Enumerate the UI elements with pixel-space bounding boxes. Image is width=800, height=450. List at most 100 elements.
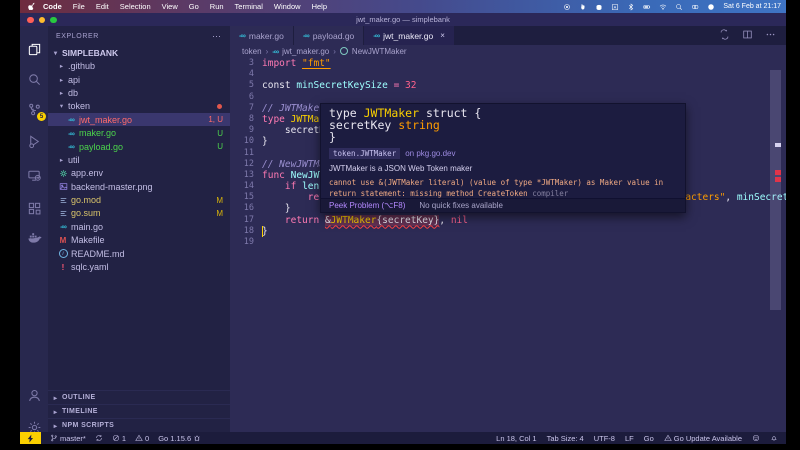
section-npm-scripts[interactable]: ▸NPM SCRIPTS (48, 418, 230, 432)
section-timeline[interactable]: ▸TIMELINE (48, 404, 230, 418)
code-line-17[interactable]: 17 return &JWTMaker{secretKey}, nil (230, 215, 786, 226)
menu-item-go[interactable]: Go (189, 2, 199, 11)
tab-payload-go[interactable]: -∞payload.go (294, 26, 364, 45)
line-number[interactable]: 14 (230, 181, 254, 192)
tree-item-readme-md[interactable]: iREADME.md (48, 247, 230, 260)
menu-item-edit[interactable]: Edit (96, 2, 109, 11)
remote-indicator[interactable] (20, 432, 41, 444)
tree-item-go-mod[interactable]: go.modM (48, 193, 230, 206)
menu-item-code[interactable]: Code (43, 2, 62, 11)
status-utf-8[interactable]: UTF-8 (594, 434, 615, 443)
status-bell[interactable] (770, 434, 778, 442)
close-tab-icon[interactable]: × (440, 31, 445, 40)
line-number[interactable]: 13 (230, 170, 254, 181)
breadcrumb-separator: › (266, 47, 269, 56)
code-line-19[interactable]: 19 (230, 237, 786, 248)
go-file-icon: -∞ (303, 31, 309, 40)
line-number[interactable]: 10 (230, 136, 254, 147)
tooltip-symbol-chip[interactable]: token.JWTMaker (329, 148, 400, 159)
line-number[interactable]: 3 (230, 58, 254, 69)
status-go-update-available[interactable]: Go Update Available (664, 434, 742, 443)
window-controls[interactable] (27, 17, 57, 24)
line-number[interactable]: 8 (230, 114, 254, 125)
code-line-3[interactable]: 3import "fmt" (230, 58, 786, 69)
activity-docker-icon[interactable] (20, 224, 48, 250)
more-actions-icon[interactable] (765, 27, 776, 45)
status-ln-18-col-1[interactable]: Ln 18, Col 1 (496, 434, 536, 443)
line-number[interactable]: 16 (230, 203, 254, 214)
minimize-window-button[interactable] (39, 17, 46, 24)
tree-item-makefile[interactable]: MMakefile (48, 234, 230, 247)
tree-item-maker-go[interactable]: -∞maker.goU (48, 126, 230, 139)
code-line-4[interactable]: 4 (230, 69, 786, 80)
activity-extensions-icon[interactable] (20, 195, 48, 221)
tab-maker-go[interactable]: -∞maker.go (230, 26, 294, 45)
activity-remote-explorer-icon[interactable] (20, 162, 48, 188)
line-number[interactable]: 15 (230, 192, 254, 203)
line-number[interactable]: 12 (230, 159, 254, 170)
tree-item-token[interactable]: ▾token (48, 100, 230, 113)
activity-account-icon[interactable] (20, 382, 48, 408)
line-number[interactable]: 11 (230, 148, 254, 159)
status-master-[interactable]: master* (50, 434, 86, 443)
breadcrumb-symbol[interactable]: NewJWTMaker (352, 47, 407, 56)
line-number[interactable]: 9 (230, 125, 254, 136)
project-root-row[interactable]: ▾ SIMPLEBANK (48, 46, 230, 60)
menu-item-file[interactable]: File (73, 2, 85, 11)
tree-item-main-go[interactable]: -∞main.go (48, 220, 230, 233)
tree-item-payload-go[interactable]: -∞payload.goU (48, 140, 230, 153)
tree-item--github[interactable]: ▸.github (48, 60, 230, 73)
line-number[interactable]: 18 (230, 226, 254, 237)
explorer-more-actions-icon[interactable]: ⋯ (212, 31, 222, 42)
chevron-down-icon: ▾ (52, 49, 58, 56)
line-number[interactable]: 19 (230, 237, 254, 248)
activity-run-and-debug-icon[interactable] (20, 128, 48, 154)
tree-item-app-env[interactable]: app.env (48, 167, 230, 180)
breadcrumb-file[interactable]: jwt_maker.go (282, 47, 329, 56)
status-lf[interactable]: LF (625, 434, 634, 443)
status-go-1-15-6[interactable]: Go 1.15.6 (158, 434, 201, 443)
project-root-label: SIMPLEBANK (62, 48, 118, 58)
menu-item-view[interactable]: View (162, 2, 178, 11)
line-number[interactable]: 4 (230, 69, 254, 80)
tree-item-api[interactable]: ▸api (48, 73, 230, 86)
tree-item-backend-master-png[interactable]: backend-master.png (48, 180, 230, 193)
section-outline[interactable]: ▸OUTLINE (48, 390, 230, 404)
activity-explorer-icon[interactable] (20, 36, 48, 62)
editor-scrollbar[interactable] (770, 70, 781, 310)
tree-item-sqlc-yaml[interactable]: !sqlc.yaml (48, 260, 230, 273)
apple-menu-icon[interactable] (28, 2, 37, 11)
tree-item-util[interactable]: ▸util (48, 153, 230, 166)
status-sync[interactable] (95, 434, 103, 442)
status-1[interactable]: 1 (112, 434, 126, 443)
menu-item-run[interactable]: Run (210, 2, 224, 11)
line-number[interactable]: 7 (230, 103, 254, 114)
tooltip-pkg-link[interactable]: on pkg.go.dev (405, 149, 455, 158)
code-line-18[interactable]: 18} (230, 226, 786, 237)
chevron-down-icon: ▾ (58, 103, 64, 110)
tree-item-go-sum[interactable]: go.sumM (48, 207, 230, 220)
zoom-window-button[interactable] (50, 17, 57, 24)
code-line-5[interactable]: 5const minSecretKeySize = 32 (230, 80, 786, 91)
status-0[interactable]: 0 (135, 434, 149, 443)
tree-item-db[interactable]: ▸db (48, 86, 230, 99)
open-changes-icon[interactable] (719, 27, 730, 45)
line-number[interactable]: 6 (230, 92, 254, 103)
activity-source-control-icon[interactable]: 5 (20, 96, 48, 122)
activity-search-icon[interactable] (20, 66, 48, 92)
status-tab-size-4[interactable]: Tab Size: 4 (547, 434, 584, 443)
code-line-6[interactable]: 6 (230, 92, 786, 103)
close-window-button[interactable] (27, 17, 34, 24)
line-number[interactable]: 5 (230, 80, 254, 91)
breadcrumb-folder[interactable]: token (242, 47, 262, 56)
line-number[interactable]: 17 (230, 215, 254, 226)
status-smiley[interactable] (752, 434, 760, 442)
status-go[interactable]: Go (644, 434, 654, 443)
menu-item-selection[interactable]: Selection (120, 2, 151, 11)
peek-problem-link[interactable]: Peek Problem (⌥F8) (329, 201, 405, 210)
code-editor[interactable]: 3import "fmt"45const minSecretKeySize = … (230, 57, 786, 432)
tab-jwt_maker-go[interactable]: -∞jwt_maker.go× (364, 26, 455, 46)
breadcrumb[interactable]: token › -∞ jwt_maker.go › NewJWTMaker (230, 45, 786, 57)
split-editor-icon[interactable] (742, 27, 753, 45)
tree-item-jwt-maker-go[interactable]: -∞jwt_maker.go1, U (48, 113, 230, 126)
